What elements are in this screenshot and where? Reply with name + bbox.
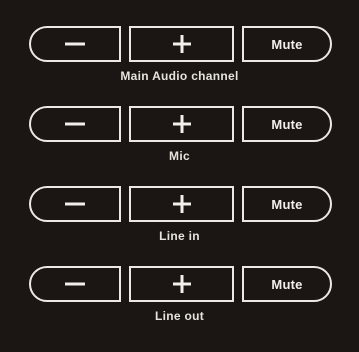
minus-icon xyxy=(65,202,85,206)
plus-icon xyxy=(172,275,191,293)
mute-button[interactable]: Mute xyxy=(242,106,332,142)
channel-row-main-audio: Mute Main Audio channel xyxy=(0,0,359,83)
minus-icon xyxy=(65,122,85,126)
channel-row-mic: Mute Mic xyxy=(0,80,359,163)
channel-row-line-out: Mute Line out xyxy=(0,240,359,323)
volume-up-button[interactable] xyxy=(129,106,234,142)
plus-icon xyxy=(172,115,191,133)
channel-label: Line out xyxy=(154,309,205,323)
volume-down-button[interactable] xyxy=(29,26,121,62)
plus-icon xyxy=(172,35,191,53)
plus-icon xyxy=(172,195,191,213)
mute-button[interactable]: Mute xyxy=(242,26,332,62)
volume-up-button[interactable] xyxy=(129,186,234,222)
volume-down-button[interactable] xyxy=(29,186,121,222)
volume-up-button[interactable] xyxy=(129,26,234,62)
minus-icon xyxy=(65,42,85,46)
channel-row-line-in: Mute Line in xyxy=(0,160,359,243)
audio-control-panel: Mute Main Audio channel Mute Mic Mute Li… xyxy=(0,0,359,352)
mute-button[interactable]: Mute xyxy=(242,186,332,222)
volume-down-button[interactable] xyxy=(29,266,121,302)
mute-button[interactable]: Mute xyxy=(242,266,332,302)
minus-icon xyxy=(65,282,85,286)
volume-up-button[interactable] xyxy=(129,266,234,302)
volume-down-button[interactable] xyxy=(29,106,121,142)
